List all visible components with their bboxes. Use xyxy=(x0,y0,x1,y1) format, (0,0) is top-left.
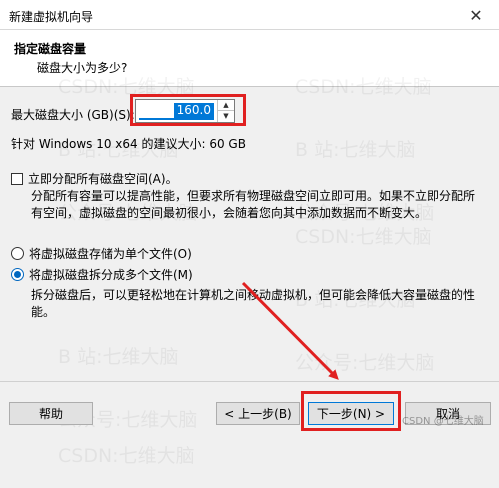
footer-divider xyxy=(0,381,499,382)
close-icon[interactable]: ✕ xyxy=(453,0,499,30)
allocate-all-checkbox[interactable] xyxy=(11,172,23,185)
allocate-description: 分配所有容量可以提高性能，但要求所有物理磁盘空间立即可用。如果不立即分配所有空间… xyxy=(31,189,476,220)
watermark-corner: CSDN @七维大脑 xyxy=(402,416,484,427)
watermark-line: 公众号:七维大脑 xyxy=(295,352,435,374)
radio-multiple-files[interactable]: 将虚拟磁盘拆分成多个文件(M) xyxy=(11,266,193,283)
radio-single-file-button[interactable] xyxy=(11,247,24,260)
watermark-line: CSDN:七维大脑 xyxy=(295,226,432,248)
highlight-box-next xyxy=(301,391,401,431)
watermark: B 站:七维大脑 公众号:七维大脑 xyxy=(58,305,197,452)
back-button[interactable]: < 上一步(B) xyxy=(216,402,300,425)
recommended-size-text: 针对 Windows 10 x64 的建议大小: 60 GB xyxy=(11,137,246,151)
watermark-line: CSDN:七维大脑 xyxy=(58,445,195,467)
max-disk-size-label: 最大磁盘大小 (GB)(S): xyxy=(11,108,135,122)
allocate-all-label[interactable]: 立即分配所有磁盘空间(A)。 xyxy=(28,170,178,187)
split-description: 拆分磁盘后，可以更轻松地在计算机之间移动虚拟机，但可能会降低大容量磁盘的性能。 xyxy=(31,288,476,319)
highlight-box-disk-size xyxy=(130,94,246,126)
window-title: 新建虚拟机向导 xyxy=(9,10,94,24)
wizard-header: 指定磁盘容量 磁盘大小为多少? xyxy=(0,30,499,87)
allocate-all-checkbox-row[interactable]: 立即分配所有磁盘空间(A)。 xyxy=(11,170,178,187)
radio-multiple-files-label[interactable]: 将虚拟磁盘拆分成多个文件(M) xyxy=(29,266,193,283)
help-button[interactable]: 帮助 xyxy=(9,402,93,425)
page-title: 指定磁盘容量 xyxy=(14,42,87,56)
watermark-line: B 站:七维大脑 xyxy=(295,139,416,161)
title-bar: 新建虚拟机向导 ✕ xyxy=(0,0,499,30)
watermark-line: B 站:七维大脑 xyxy=(58,346,179,368)
radio-single-file-label[interactable]: 将虚拟磁盘存储为单个文件(O) xyxy=(29,245,192,262)
page-subtitle: 磁盘大小为多少? xyxy=(37,61,128,75)
radio-multiple-files-button[interactable] xyxy=(11,268,24,281)
radio-single-file[interactable]: 将虚拟磁盘存储为单个文件(O) xyxy=(11,245,192,262)
